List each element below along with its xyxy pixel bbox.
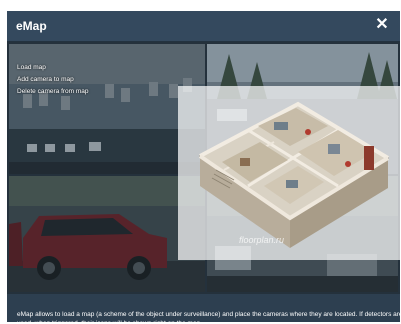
menu-item-load-map[interactable]: Load map [17,63,207,72]
camera-view-red-suv[interactable] [9,176,205,292]
floorplan-watermark: floorplan.ru [239,235,285,245]
menu-item-add-camera[interactable]: Add camera to map [17,75,207,84]
window-title: eMap [16,19,47,33]
floor-plan-image [198,101,390,248]
close-icon[interactable]: ✕ [373,16,391,34]
title-bar: eMap ✕ [7,11,400,42]
emap-window: eMap ✕ Load map Add camera to map Delete… [7,11,400,322]
floor-plan-panel [178,86,400,260]
footer: eMap allows to load a map (a scheme of t… [7,294,400,322]
emap-description: eMap allows to load a map (a scheme of t… [17,311,400,322]
